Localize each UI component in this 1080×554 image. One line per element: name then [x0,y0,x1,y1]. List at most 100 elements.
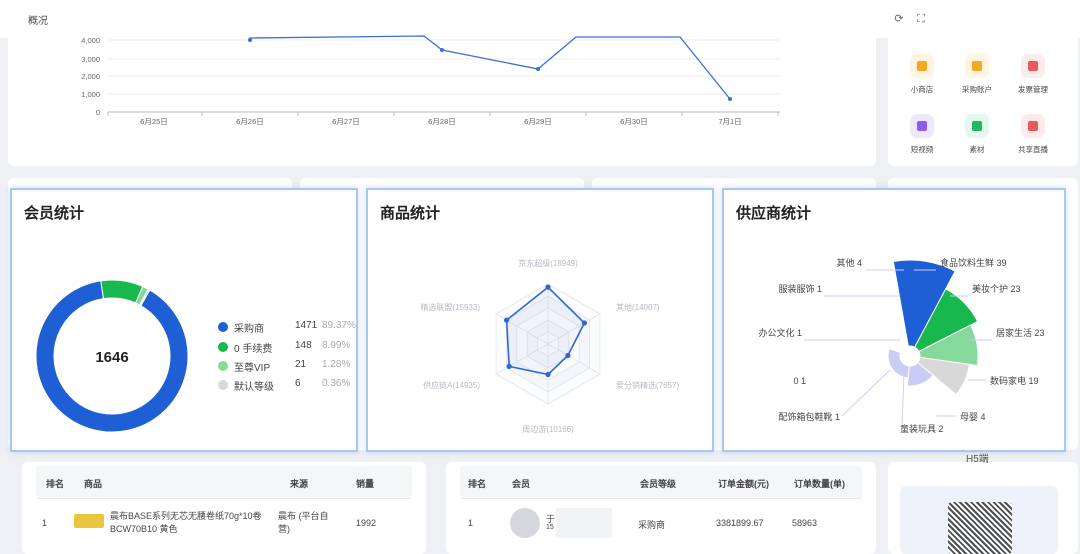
radar-indicator-label: 供应链A(14935) [423,380,480,390]
video-icon [910,114,934,138]
radar-indicator-label: 其他(14007) [616,302,660,312]
quick-link-label: 小商店 [910,85,934,94]
x-tick-label: 6月27日 [332,117,360,126]
data-point [536,67,540,71]
radar-point [581,320,587,326]
legend-percent: 0.36% [322,378,351,389]
quick-link-label: 共享直播 [1018,145,1048,154]
legend-value: 1471 [295,320,318,331]
rose-label: 数码家电 19 [990,375,1039,386]
rose-label: 食品饮料生鲜 39 [940,257,1007,268]
rose-label: 居家生活 23 [996,327,1045,338]
refresh-icon[interactable]: ⟳ [892,12,906,26]
y-tick-label: 3,000 [81,55,100,64]
radar-point [545,371,551,378]
page-title: 概况 [28,16,48,27]
rose-label: 0 1 [793,376,806,386]
member-id: 15 [546,524,554,531]
store-icon [910,54,934,78]
product-thumbnail [74,514,104,528]
legend-label: 采购商 [234,324,264,335]
member-stats-panel: 会员统计 1646 采购商 1471 89.37% 0 手续费 148 8.99% 至尊VI… [10,188,358,452]
qr-code[interactable] [948,502,1012,554]
wallet-icon [965,54,989,78]
legend-item[interactable]: 至尊VIP 21 1.28% [218,359,368,374]
x-tick-label: 6月30日 [620,117,648,126]
product-name[interactable]: 晨布BASE系列无芯无腰卷纸70g*10卷 BCW70B10 黄色 [110,510,286,536]
product-stats-panel: 商品统计 京东超级(18949) 其他(14007) 爱分销精选(7657) 周边游(… [366,188,714,452]
legend-percent: 8.99% [322,340,351,351]
product-sales: 1992 [356,518,377,528]
product-ranking-table: 排名 商品 来源 销量 1 晨布BASE系列无芯无腰卷纸70g*10卷 BCW7… [22,462,426,554]
member-total: 1646 [95,349,128,366]
legend-label: 0 手续费 [234,344,273,355]
radar-indicator-label: 京东超级(18949) [518,258,578,268]
member-level: 采购商 [638,520,666,530]
x-tick-label: 6月28日 [428,117,456,126]
quick-link-label: 素材 [969,145,985,154]
col-product: 商品 [84,479,103,489]
col-rank: 排名 [468,479,487,489]
rose-label: 办公文化 1 [758,327,802,338]
rose-label: 母婴 4 [960,412,986,422]
h5-card: H5端 [888,454,1078,554]
x-tick-label: 7月1日 [718,117,741,126]
legend-value: 6 [295,378,301,389]
legend-dot [218,380,228,390]
member-ranking-table: 排名 会员 会员等级 订单金额(元) 订单数量(单) 1 于 15 采购商 33… [446,462,876,554]
trend-chart: 4,000 3,000 2,000 1,000 0 6月25日 6月26日 6月27日 6月2… [81,35,780,126]
fullscreen-icon[interactable]: ⛶ [914,12,928,26]
legend-value: 21 [295,359,307,370]
quick-links-card: 小商店 采购账户 发票管理短视频 素材 共享直播 [888,28,1078,166]
legend-item[interactable]: 默认等级 6 0.36% [218,378,368,393]
legend-item[interactable]: 0 手续费 148 8.99% [218,340,368,355]
order-count: 58963 [792,518,818,528]
legend-percent: 1.28% [322,359,351,370]
product-radar: 京东超级(18949) 其他(14007) 爱分销精选(7657) 周边游(10166… [420,258,679,434]
radar-point [504,317,510,323]
col-source: 来源 [290,479,309,489]
legend-value: 148 [295,340,312,351]
radar-point [545,284,551,290]
h5-label: H5端 [966,454,989,465]
legend-label: 至尊VIP [234,363,271,374]
col-amount: 订单金额(元) [718,479,769,489]
rose-label: 服装服饰 1 [778,283,822,294]
live-icon [1021,114,1045,138]
data-point [440,48,444,52]
y-tick-label: 4,000 [81,36,100,45]
radar-indicator-label: 爱分销精选(7657) [616,380,679,390]
quick-link-3[interactable]: 发票管理 [1008,54,1058,95]
y-tick-label: 0 [96,108,100,117]
col-rank: 排名 [46,479,65,489]
quick-link-2[interactable]: 采购账户 [952,54,1002,95]
product-source: 晨布 (平台自营) [278,511,329,534]
rose-leader-line [901,371,905,429]
rose-label: 童装玩具 2 [900,423,944,434]
member-stats-title: 会员统计 [24,205,85,222]
radar-indicator-label: 周边游(10166) [522,424,574,434]
x-tick-label: 6月26日 [236,117,264,126]
legend-item[interactable]: 采购商 1471 89.37% [218,320,368,335]
x-tick-label: 6月25日 [140,117,168,126]
legend-percent: 89.37% [322,320,356,331]
col-level: 会员等级 [640,479,677,489]
trend-card: 4,000 3,000 2,000 1,000 0 6月25日 6月26日 6月27日 6月2… [8,28,876,166]
quick-link-6[interactable]: 共享直播 [1008,114,1058,155]
material-icon [965,114,989,138]
avatar [510,508,540,538]
legend-dot [218,322,228,332]
quick-link-1[interactable]: 小商店 [897,54,947,95]
data-point [728,97,732,101]
rose-slice [887,347,910,379]
y-tick-label: 2,000 [81,72,100,81]
data-point [248,38,252,42]
rose-label: 配饰箱包鞋靴 1 [778,411,840,422]
legend-dot [218,361,228,371]
trend-line [249,35,731,100]
divider [460,498,862,499]
quick-link-label: 短视频 [910,145,934,154]
order-amount: 3381899.67 [716,518,764,528]
quick-link-4[interactable]: 短视频 [897,114,947,155]
quick-link-5[interactable]: 素材 [952,114,1002,155]
